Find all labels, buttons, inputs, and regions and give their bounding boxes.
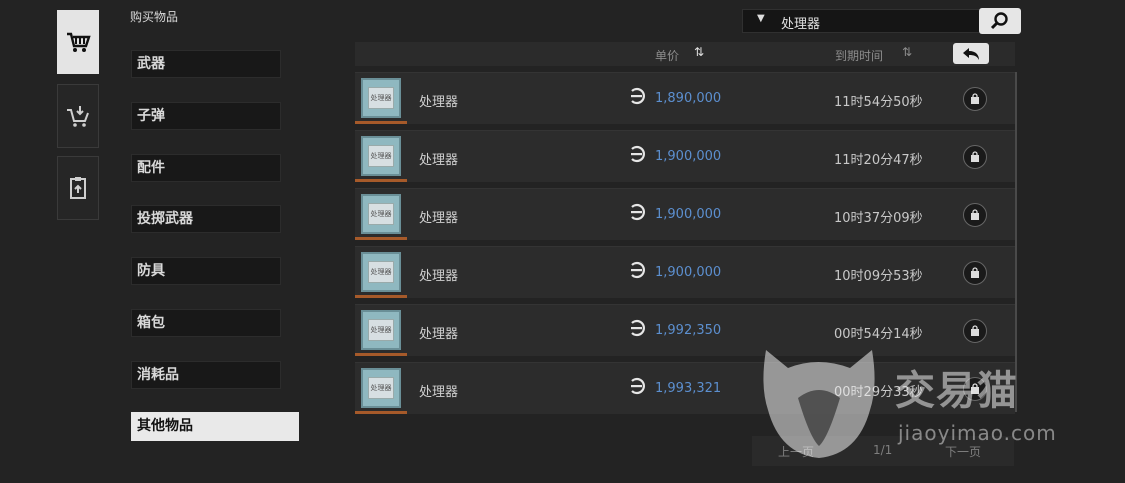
item-price: 1,900,000 xyxy=(655,149,722,164)
item-price: 1,992,350 xyxy=(655,323,722,338)
tab-buy[interactable] xyxy=(57,10,99,74)
thumbnail-label: 处理器 xyxy=(368,145,394,167)
item-price: 1,993,321 xyxy=(655,381,722,396)
dropdown-caret-icon[interactable]: ▼ xyxy=(757,13,765,24)
back-button[interactable] xyxy=(953,43,989,64)
buy-button[interactable] xyxy=(963,145,987,169)
category-throwables[interactable]: 投掷武器 xyxy=(131,205,281,233)
currency-icon xyxy=(631,261,645,279)
tab-listings[interactable] xyxy=(57,156,99,220)
item-thumbnail: 处理器 xyxy=(361,252,401,292)
watermark-site: jiaoyimao.com xyxy=(898,421,1057,445)
item-expire-time: 10时09分53秒 xyxy=(834,269,923,284)
table-row[interactable]: 处理器 处理器 1,890,000 11时54分50秒 xyxy=(355,72,1015,124)
item-price: 1,900,000 xyxy=(655,265,722,280)
category-other[interactable]: 其他物品 xyxy=(131,412,299,441)
shopping-bag-icon xyxy=(971,209,979,220)
item-thumbnail: 处理器 xyxy=(361,194,401,234)
list-header xyxy=(355,42,1015,66)
shopping-bag-icon xyxy=(971,151,979,162)
item-expire-time: 11时20分47秒 xyxy=(834,153,923,168)
watermark-brand: 交易猫 xyxy=(895,368,1018,414)
category-armor[interactable]: 防具 xyxy=(131,257,281,285)
thumbnail-rarity-bar xyxy=(355,295,407,298)
buy-button[interactable] xyxy=(963,319,987,343)
item-thumbnail: 处理器 xyxy=(361,310,401,350)
buy-button[interactable] xyxy=(963,203,987,227)
item-expire-time: 00时54分14秒 xyxy=(834,327,923,342)
item-price: 1,890,000 xyxy=(655,91,722,106)
category-consumables[interactable]: 消耗品 xyxy=(131,361,281,389)
buy-button[interactable] xyxy=(963,87,987,111)
next-page-button[interactable]: 下一页 xyxy=(945,443,981,460)
cat-logo-watermark xyxy=(763,350,875,458)
tab-sell[interactable] xyxy=(57,84,99,148)
category-bags[interactable]: 箱包 xyxy=(131,309,281,337)
item-expire-time: 10时37分09秒 xyxy=(834,211,923,226)
shopping-bag-icon xyxy=(971,325,979,336)
back-arrow-icon xyxy=(963,47,979,60)
item-expire-time: 11时54分50秒 xyxy=(834,95,923,110)
thumbnail-label: 处理器 xyxy=(368,203,394,225)
item-name: 处理器 xyxy=(419,153,459,168)
currency-icon xyxy=(631,377,645,395)
search-icon xyxy=(990,12,1008,30)
item-name: 处理器 xyxy=(419,327,459,342)
item-name: 处理器 xyxy=(419,269,459,284)
category-attachments[interactable]: 配件 xyxy=(131,154,281,182)
thumbnail-rarity-bar xyxy=(355,179,407,182)
shopping-bag-icon xyxy=(971,267,979,278)
thumbnail-label: 处理器 xyxy=(368,377,394,399)
table-row[interactable]: 处理器 处理器 1,900,000 10时09分53秒 xyxy=(355,246,1015,298)
shopping-bag-icon xyxy=(971,93,979,104)
cart-sell-icon xyxy=(67,106,89,127)
buy-button[interactable] xyxy=(963,261,987,285)
table-row[interactable]: 处理器 处理器 1,900,000 11时20分47秒 xyxy=(355,130,1015,182)
currency-icon xyxy=(631,145,645,163)
sort-expire-icon[interactable]: ⇅ xyxy=(902,45,912,59)
price-column-header[interactable]: 单价 xyxy=(655,47,679,64)
thumbnail-label: 处理器 xyxy=(368,319,394,341)
search-input[interactable] xyxy=(742,9,982,33)
thumbnail-rarity-bar xyxy=(355,411,407,414)
table-row[interactable]: 处理器 处理器 1,900,000 10时37分09秒 xyxy=(355,188,1015,240)
item-price: 1,900,000 xyxy=(655,207,722,222)
search-value: 处理器 xyxy=(781,17,821,32)
item-name: 处理器 xyxy=(419,95,459,110)
item-thumbnail: 处理器 xyxy=(361,368,401,408)
item-thumbnail: 处理器 xyxy=(361,136,401,176)
currency-icon xyxy=(631,203,645,221)
item-name: 处理器 xyxy=(419,211,459,226)
section-title: 购买物品 xyxy=(130,10,179,24)
thumbnail-rarity-bar xyxy=(355,353,407,356)
thumbnail-label: 处理器 xyxy=(368,261,394,283)
thumbnail-rarity-bar xyxy=(355,237,407,240)
category-weapons[interactable]: 武器 xyxy=(131,50,281,78)
table-row[interactable]: 处理器 处理器 1,992,350 00时54分14秒 xyxy=(355,304,1015,356)
item-name: 处理器 xyxy=(419,385,459,400)
thumbnail-label: 处理器 xyxy=(368,87,394,109)
search-button[interactable] xyxy=(979,8,1021,34)
item-thumbnail: 处理器 xyxy=(361,78,401,118)
thumbnail-rarity-bar xyxy=(355,121,407,124)
sort-price-icon[interactable]: ⇅ xyxy=(694,45,704,59)
currency-icon xyxy=(631,319,645,337)
currency-icon xyxy=(631,87,645,105)
category-ammo[interactable]: 子弹 xyxy=(131,102,281,130)
clipboard-upload-icon xyxy=(70,177,86,199)
cart-icon xyxy=(67,32,91,52)
expire-column-header[interactable]: 到期时间 xyxy=(835,47,883,64)
